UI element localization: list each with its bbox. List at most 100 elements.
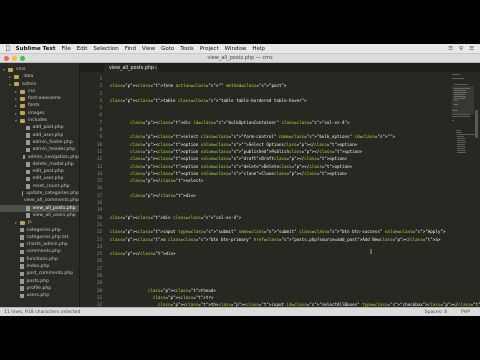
file-icon [26, 125, 30, 131]
apple-icon[interactable]:  [6, 45, 10, 52]
sidebar-file[interactable]: delete_modal.php [0, 161, 79, 168]
sidebar-file[interactable]: edit_post.php [0, 168, 79, 175]
code-line[interactable] [110, 265, 480, 272]
menu-edit[interactable]: Edit [77, 46, 88, 52]
sidebar-file[interactable]: view_all_posts.php [0, 204, 79, 212]
sidebar-item-label: index.php [26, 264, 50, 270]
indentation-setting[interactable]: Spaces: 4 [425, 310, 447, 315]
line-number: 6 [99, 112, 102, 118]
code-line[interactable]: class="p"><class="t">option value=class=… [110, 148, 480, 155]
menu-tools[interactable]: Tools [180, 46, 194, 52]
sidebar-file[interactable]: view_all_users.php [0, 212, 79, 219]
tab-view-all-posts[interactable]: view_all_posts.php × [104, 64, 158, 72]
minimize-window-icon[interactable] [12, 56, 17, 61]
code-line[interactable] [110, 257, 480, 264]
code-line[interactable] [110, 75, 480, 82]
code-line[interactable]: class="p"><class="t">a class=class="s">"… [110, 236, 480, 243]
sidebar-file[interactable]: functions.php [0, 256, 79, 263]
close-tab-icon[interactable]: × [154, 66, 158, 71]
sidebar-file[interactable]: charts_admin.php [0, 241, 79, 248]
code-line[interactable]: class="p"><class="t">option value=class=… [110, 141, 480, 148]
code-line[interactable]: class="p"><class="t">option value=class=… [110, 155, 480, 162]
sidebar-file[interactable]: view_all_comments.php [0, 197, 79, 204]
line-number: 23 [96, 236, 102, 242]
code-line[interactable] [110, 243, 480, 250]
sidebar-folder[interactable]: ▸ js [0, 219, 79, 226]
line-number: 17 [96, 192, 102, 198]
sidebar-file[interactable]: admin_footer.php [0, 139, 79, 146]
code-line[interactable] [110, 111, 480, 118]
menu-window[interactable]: Window [225, 46, 247, 52]
sidebar-file[interactable]: users.php [0, 292, 79, 299]
sidebar-file[interactable]: add_post.php [0, 124, 79, 131]
minimap-viewport[interactable] [452, 86, 474, 114]
code-line[interactable]: class="p"><class="t">table class=class="… [110, 97, 480, 104]
sidebar-file[interactable]: update_categories.php [0, 190, 79, 197]
vertical-scrollbar[interactable] [475, 110, 478, 138]
sidebar-file[interactable]: admin_header.php [0, 146, 79, 153]
code-line[interactable] [110, 126, 480, 133]
sidebar-item-label: css [28, 88, 36, 94]
sidebar-file[interactable]: comments.php [0, 248, 79, 255]
code-line[interactable] [110, 279, 480, 286]
code-line[interactable]: class="p"><class="t">div class=class="s"… [110, 214, 480, 221]
sidebar-file[interactable]: profile.php [0, 285, 79, 292]
code-line[interactable]: class="p"><class="t">option value=class=… [110, 170, 480, 177]
sidebar-file[interactable]: reset_count.php [0, 183, 79, 190]
sidebar-folder[interactable]: ▸ fonts [0, 102, 79, 109]
sidebar-item-label: admin_navigation.php [27, 154, 79, 160]
menu-find[interactable]: Find [125, 46, 136, 52]
sidebar-folder[interactable]: ▸ .idea [0, 73, 79, 80]
code-line[interactable]: class="p"><class="t">form action=class="… [110, 82, 480, 89]
syntax-setting[interactable]: PHP [461, 310, 470, 315]
sidebar-item-label: view_all_users.php [32, 212, 76, 218]
sidebar-file[interactable]: categories.php [0, 227, 79, 234]
code-line[interactable] [110, 184, 480, 191]
sidebar-folder[interactable]: ▸ font-awesome [0, 95, 79, 102]
code-line[interactable]: class="p"><class="t">select class=class=… [110, 133, 480, 140]
wifi-icon[interactable]: ☰ [448, 46, 453, 52]
sidebar-folder[interactable]: ▾ admin [0, 81, 79, 88]
code-line[interactable] [110, 272, 480, 279]
zoom-window-icon[interactable] [20, 56, 25, 61]
code-line[interactable] [110, 90, 480, 97]
sidebar-file[interactable]: posts.php [0, 278, 79, 285]
menu-help[interactable]: Help [252, 46, 265, 52]
code-editor[interactable]: 1 2 3 4 5 6 7 8 9 10 11 12 13 14 15 16 17 18 19 20 21 22 23 24 2… [80, 72, 480, 307]
code-line[interactable]: class="p"></class="t">div> [110, 192, 480, 199]
file-icon [26, 206, 30, 211]
sidebar-folder[interactable]: ▾ includes [0, 117, 79, 124]
sidebar-file[interactable]: add_user.php [0, 132, 79, 139]
code-line[interactable] [110, 221, 480, 228]
menu-file[interactable]: File [62, 46, 71, 52]
close-window-icon[interactable] [4, 56, 9, 61]
sidebar-file[interactable]: edit_user.php [0, 175, 79, 182]
app-menu[interactable]: Sublime Text [16, 46, 56, 52]
code-line[interactable]: class="p"><class="t">input type=class="s… [110, 228, 480, 235]
minimap-line [454, 84, 468, 85]
code-line[interactable]: class="p"><class="t">div id=class="s">"b… [110, 119, 480, 126]
code-line[interactable] [110, 206, 480, 213]
sidebar-file[interactable]: index.php [0, 263, 79, 270]
minimap-line [456, 144, 466, 145]
code-area[interactable]: class="p"><class="t">form action=class="… [110, 75, 480, 307]
menu-goto[interactable]: Goto [161, 46, 174, 52]
sidebar-file[interactable]: post_comments.php [0, 270, 79, 277]
sidebar-file[interactable]: admin_navigation.php [0, 154, 79, 161]
menu-selection[interactable]: Selection [93, 46, 118, 52]
code-line[interactable] [110, 199, 480, 206]
code-line[interactable]: class="p"><class="t">tr> [110, 294, 480, 301]
code-line[interactable]: class="p"></class="t">div> [110, 250, 480, 257]
sidebar-folder[interactable]: ▸ css [0, 88, 79, 95]
code-line[interactable]: class="p"></class="t">select> [110, 177, 480, 184]
menu-project[interactable]: Project [200, 46, 219, 52]
sidebar-file[interactable]: categories.php.txt [0, 234, 79, 241]
menu-view[interactable]: View [142, 46, 155, 52]
sidebar-folder[interactable]: ▾ cms [0, 66, 79, 73]
code-line[interactable] [110, 104, 480, 111]
sidebar-folder[interactable]: ▸ images [0, 110, 79, 117]
code-line[interactable]: class="p"><class="t">option value=class=… [110, 163, 480, 170]
code-line[interactable]: class="p"><class="t">thead> [110, 287, 480, 294]
notification-icon[interactable]: ☰ [469, 46, 474, 52]
search-icon[interactable]: ⚲ [459, 46, 463, 52]
